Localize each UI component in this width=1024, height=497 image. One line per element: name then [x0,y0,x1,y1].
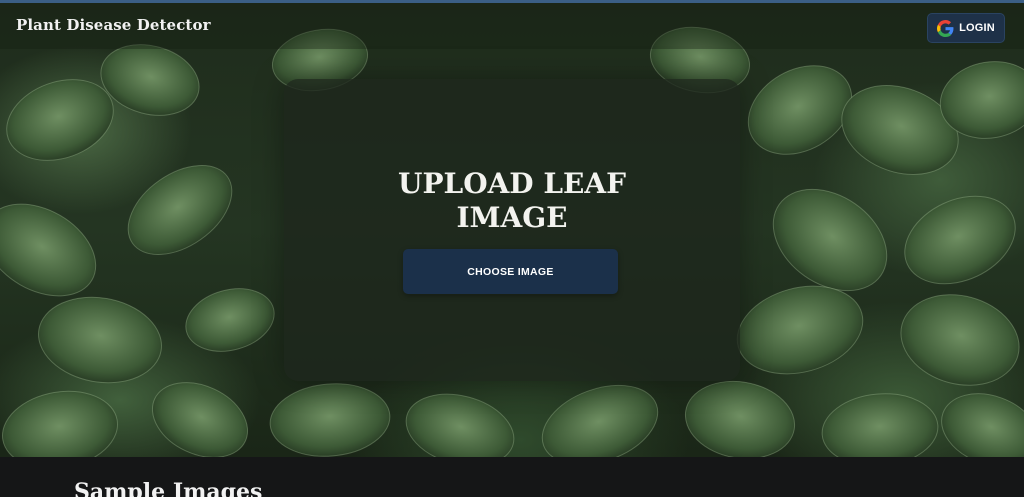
upload-title: UPLOAD LEAF IMAGE [284,167,740,235]
hero-section: Plant Disease Detector LOGIN UPLOAD LEAF… [0,0,1024,457]
google-g-icon [937,19,954,37]
brand-title: Plant Disease Detector [16,16,211,34]
sample-images-title: Sample Images [74,479,263,497]
upload-card: UPLOAD LEAF IMAGE CHOOSE IMAGE [284,79,740,381]
login-button[interactable]: LOGIN [927,13,1005,43]
upload-title-line-1: UPLOAD LEAF [398,167,626,200]
upload-title-line-2: IMAGE [456,201,568,234]
top-navbar: Plant Disease Detector LOGIN [0,3,1024,49]
choose-image-button[interactable]: CHOOSE IMAGE [403,249,618,294]
sample-images-section: Sample Images [0,457,1024,497]
login-label: LOGIN [959,22,995,34]
